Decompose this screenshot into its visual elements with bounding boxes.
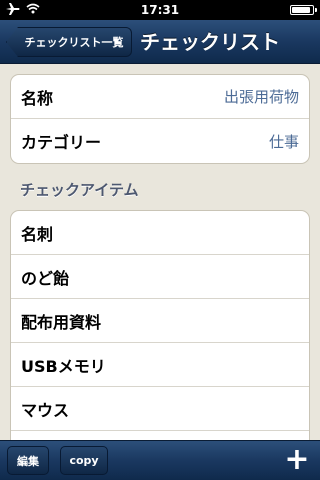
list-item-label: 配布用資料 — [21, 312, 102, 332]
items-group: 名刺 のど飴 配布用資料 USBメモリ マウス — [10, 210, 310, 440]
list-item-label: のど飴 — [21, 268, 70, 288]
copy-button[interactable]: copy — [60, 446, 108, 475]
add-icon[interactable]: + — [282, 445, 312, 475]
name-label: 名称 — [21, 88, 54, 108]
status-time: 17:31 — [140, 3, 180, 17]
name-row[interactable]: 名称 出張用荷物 — [11, 75, 309, 119]
content-area[interactable]: 名称 出張用荷物 カテゴリー 仕事 チェックアイテム 名刺 のど飴 配布用資料 … — [0, 64, 320, 440]
battery-icon — [290, 5, 317, 15]
details-group: 名称 出張用荷物 カテゴリー 仕事 — [10, 74, 310, 164]
edit-button[interactable]: 編集 — [7, 446, 49, 475]
page-title: チェックリスト — [140, 30, 280, 54]
list-item[interactable]: 名刺 — [11, 211, 309, 255]
category-value: 仕事 — [268, 132, 299, 151]
status-bar: 17:31 — [0, 0, 320, 20]
list-item[interactable]: マウス — [11, 387, 309, 431]
list-item[interactable]: 配布用資料 — [11, 299, 309, 343]
list-item-label: マウス — [21, 400, 70, 420]
category-label: カテゴリー — [21, 133, 102, 152]
list-item[interactable]: USBメモリ — [11, 343, 309, 387]
list-item-label: USBメモリ — [21, 356, 106, 376]
back-button[interactable]: チェックリスト一覧 — [6, 27, 132, 57]
list-item-label: 名刺 — [21, 224, 54, 244]
bottom-toolbar: 編集 copy + — [0, 440, 320, 480]
category-row[interactable]: カテゴリー 仕事 — [11, 119, 309, 163]
list-item[interactable]: のど飴 — [11, 255, 309, 299]
navigation-bar: チェックリスト一覧 チェックリスト — [0, 20, 320, 64]
section-header: チェックアイテム — [20, 181, 139, 199]
name-value: 出張用荷物 — [223, 88, 299, 106]
